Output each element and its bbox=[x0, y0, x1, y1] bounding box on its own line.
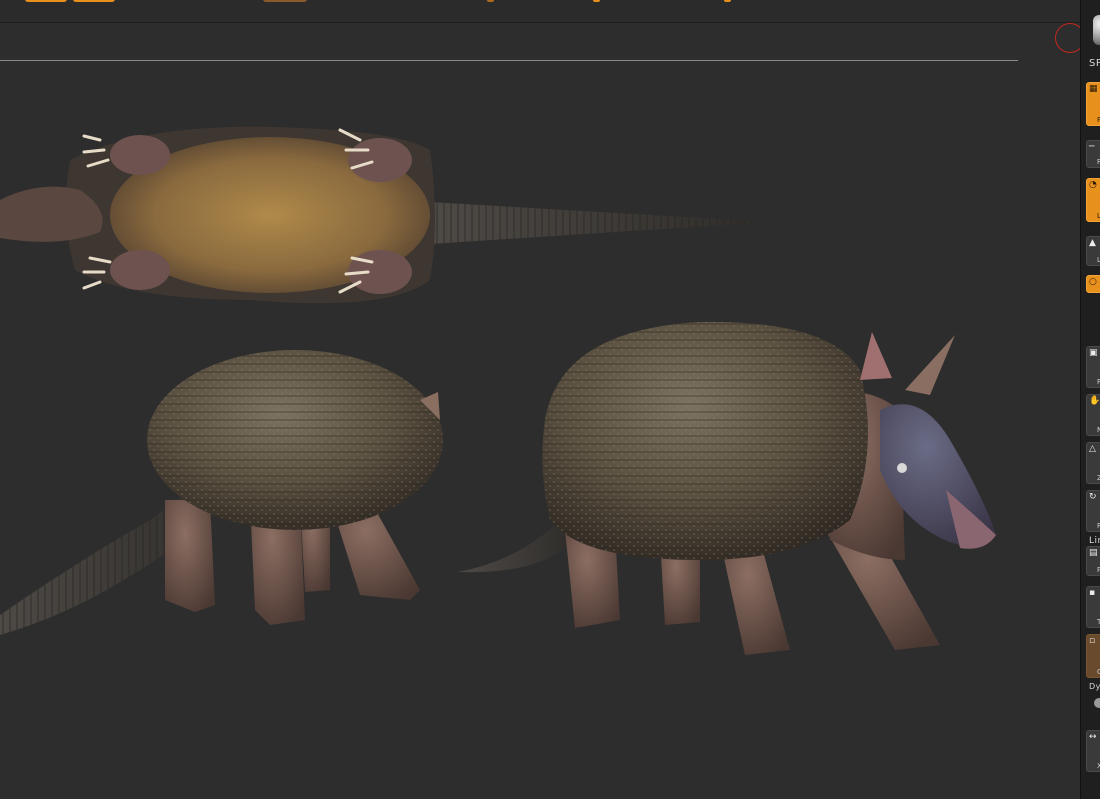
dynamic-label: Dy bbox=[1089, 682, 1100, 691]
lsym-icon: ▲ bbox=[1089, 238, 1096, 248]
linefill-button[interactable]: ▤ P bbox=[1086, 546, 1100, 576]
zoom-button[interactable]: △ Z bbox=[1086, 442, 1100, 484]
lsym-button[interactable]: ▲ L bbox=[1086, 236, 1100, 266]
ghost-icon: ▫ bbox=[1089, 636, 1096, 646]
dynamic-slider-knob[interactable] bbox=[1094, 698, 1100, 708]
transp-icon: ▪ bbox=[1089, 588, 1096, 598]
rotate-icon: ↻ bbox=[1089, 492, 1097, 502]
zoom-icon: △ bbox=[1089, 444, 1096, 454]
frame-button[interactable]: ▣ F bbox=[1086, 346, 1100, 388]
material-sphere-icon[interactable] bbox=[1093, 15, 1100, 45]
linefill-icon: ▤ bbox=[1089, 548, 1098, 558]
xyz-button[interactable]: ↔ X bbox=[1086, 730, 1100, 772]
hand-icon: ✋ bbox=[1089, 396, 1100, 406]
material-label: SP bbox=[1089, 58, 1100, 69]
line-label: Lin bbox=[1089, 536, 1100, 546]
armadillo-model bbox=[0, 126, 996, 655]
floor-icon: ─ bbox=[1089, 142, 1095, 152]
transp-button[interactable]: ▪ Tr bbox=[1086, 586, 1100, 628]
rear-view bbox=[0, 350, 443, 635]
ventral-view bbox=[0, 126, 770, 304]
side-view bbox=[458, 321, 996, 655]
frame-icon: ▣ bbox=[1089, 348, 1098, 358]
local-icon: ◔ bbox=[1089, 180, 1097, 190]
ghost-button[interactable]: ▫ G bbox=[1086, 634, 1100, 678]
perspective-icon: ▦ bbox=[1089, 84, 1098, 94]
xyz-icon: ↔ bbox=[1089, 732, 1097, 742]
rotate-button[interactable]: ↻ R bbox=[1086, 490, 1100, 532]
persp-button[interactable]: ▦ P bbox=[1086, 82, 1100, 126]
floor-button[interactable]: ─ F bbox=[1086, 140, 1100, 168]
gyro-icon: ○ bbox=[1089, 277, 1097, 287]
local-button[interactable]: ◔ L bbox=[1086, 178, 1100, 222]
gyro-button[interactable]: ○ bbox=[1086, 275, 1100, 293]
move-button[interactable]: ✋ N bbox=[1086, 394, 1100, 436]
